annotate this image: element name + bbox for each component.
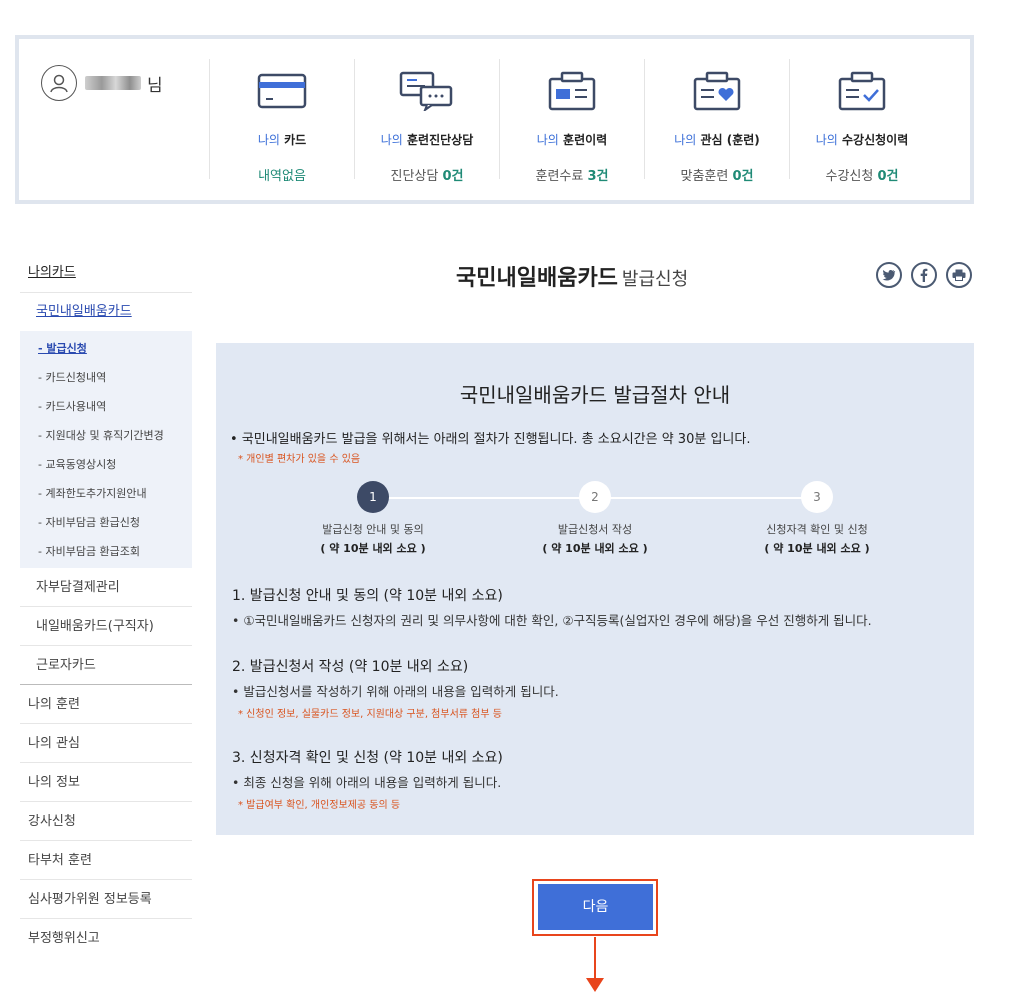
print-icon[interactable] [946, 262, 972, 288]
summary-my-consult[interactable]: 나의 훈련진단상담 진단상담 0건 [354, 59, 499, 184]
sidebar-item-issue-apply[interactable]: - 발급신청 [20, 334, 192, 363]
next-button[interactable]: 다음 [538, 884, 653, 930]
step-number: 2 [579, 481, 611, 513]
sidebar-item-other-ministry[interactable]: 타부처 훈련 [20, 841, 192, 880]
summary-title: 관심 (훈련) [700, 133, 760, 147]
summary-title: 훈련진단상담 [407, 133, 474, 147]
facebook-icon[interactable] [911, 262, 937, 288]
annotation-arrow-down-icon [586, 978, 604, 992]
step-label: 신청자격 확인 및 신청 [766, 523, 868, 536]
step-time: ( 약 10분 내외 소요 ) [320, 542, 426, 555]
section-3: 3. 신청자격 확인 및 신청 (약 10분 내외 소요) • 최종 신청을 위… [232, 747, 503, 811]
summary-value: 훈련수료 3건 [535, 169, 609, 184]
twitter-icon[interactable] [876, 262, 902, 288]
summary-my-interest[interactable]: 나의 관심 (훈련) 맞춤훈련 0건 [644, 59, 789, 184]
page-subtitle: 발급신청 [621, 269, 689, 290]
guide-note: * 개인별 편차가 있을 수 있음 [238, 454, 361, 465]
section-2: 2. 발급신청서 작성 (약 10분 내외 소요) • 발급신청서를 작성하기 … [232, 656, 559, 720]
sidebar-item-self-payment[interactable]: 자부담결제관리 [20, 568, 192, 607]
sidebar-item-refund-inquiry[interactable]: - 자비부담금 환급조회 [20, 537, 192, 566]
page-title: 국민내일배움카드 발급신청 [456, 266, 689, 291]
section-desc: • ①국민내일배움카드 신청자의 권리 및 의무사항에 대한 확인, ②구직등록… [232, 613, 872, 628]
check-folder-icon [790, 69, 934, 113]
procedure-steps: 1 발급신청 안내 및 동의 ( 약 10분 내외 소요 ) 2 발급신청서 작… [216, 481, 974, 561]
sidebar-item-my-info[interactable]: 나의 정보 [20, 763, 192, 802]
my-summary-panel: 님 나의 카드 내역없음 나의 훈련진단상담 진단상담 0건 나의 훈련이력 훈… [15, 35, 974, 204]
summary-title: 훈련이력 [563, 133, 608, 147]
step-2: 2 발급신청서 작성 ( 약 10분 내외 소요 ) [495, 481, 695, 556]
sidebar-item-card-usage[interactable]: - 카드사용내역 [20, 392, 192, 421]
sidebar-item-support-change[interactable]: - 지원대상 및 휴직기간변경 [20, 421, 192, 450]
sidebar-submenu: - 발급신청 - 카드신청내역 - 카드사용내역 - 지원대상 및 휴직기간변경… [20, 331, 192, 568]
sidebar-item-my-interest[interactable]: 나의 관심 [20, 724, 192, 763]
section-note: * 신청인 정보, 실물카드 정보, 지원대상 구분, 첨부서류 첨부 등 [238, 709, 502, 720]
sidebar-head-my-card[interactable]: 나의카드 [20, 255, 192, 293]
step-number: 3 [801, 481, 833, 513]
step-label: 발급신청서 작성 [557, 523, 633, 536]
user-name-suffix: 님 [147, 75, 163, 96]
step-label: 발급신청 안내 및 동의 [322, 523, 424, 536]
section-note: * 발급여부 확인, 개인정보제공 동의 등 [238, 800, 401, 811]
step-1: 1 발급신청 안내 및 동의 ( 약 10분 내외 소요 ) [273, 481, 473, 556]
sidebar-item-account-limit[interactable]: - 계좌한도추가지원안내 [20, 479, 192, 508]
sidebar-sub-national-card[interactable]: 국민내일배움카드 [20, 293, 192, 331]
sidebar-nav: 나의카드 국민내일배움카드 - 발급신청 - 카드신청내역 - 카드사용내역 -… [20, 255, 192, 958]
section-desc: • 최종 신청을 위해 아래의 내용을 입력하게 됩니다. [232, 775, 502, 790]
summary-value: 맞춤훈련 0건 [680, 169, 754, 184]
summary-my-training-history[interactable]: 나의 훈련이력 훈련수료 3건 [499, 59, 644, 184]
annotation-arrow-line [594, 937, 596, 979]
chat-consult-icon [355, 69, 499, 113]
summary-my-enrollment[interactable]: 나의 수강신청이력 수강신청 0건 [789, 59, 934, 184]
summary-value: 내역없음 [258, 169, 306, 184]
sidebar-item-jobseeker-card[interactable]: 내일배움카드(구직자) [20, 607, 192, 646]
sidebar-item-card-request-history[interactable]: - 카드신청내역 [20, 363, 192, 392]
step-3: 3 신청자격 확인 및 신청 ( 약 10분 내외 소요 ) [717, 481, 917, 556]
summary-my-card[interactable]: 나의 카드 내역없음 [209, 59, 354, 184]
sidebar-item-worker-card[interactable]: 근로자카드 [20, 646, 192, 685]
user-info: 님 [41, 65, 163, 101]
sidebar-item-education-video[interactable]: - 교육동영상시청 [20, 450, 192, 479]
step-number: 1 [357, 481, 389, 513]
heart-folder-icon [645, 69, 789, 113]
summary-title: 카드 [284, 133, 307, 147]
user-name-redacted [85, 76, 141, 90]
summary-title: 수강신청이력 [842, 133, 909, 147]
step-time: ( 약 10분 내외 소요 ) [764, 542, 870, 555]
section-1: 1. 발급신청 안내 및 동의 (약 10분 내외 소요) • ①국민내일배움카… [232, 585, 872, 629]
summary-value: 진단상담 0건 [390, 169, 464, 184]
step-time: ( 약 10분 내외 소요 ) [542, 542, 648, 555]
sidebar-item-instructor-apply[interactable]: 강사신청 [20, 802, 192, 841]
section-title: 3. 신청자격 확인 및 신청 (약 10분 내외 소요) [232, 750, 503, 766]
sidebar-item-evaluator-register[interactable]: 심사평가위원 정보등록 [20, 880, 192, 919]
guide-intro: • 국민내일배움카드 발급을 위해서는 아래의 절차가 진행됩니다. 총 소요시… [230, 432, 751, 447]
sidebar-item-misconduct-report[interactable]: 부정행위신고 [20, 919, 192, 958]
guide-title: 국민내일배움카드 발급절차 안내 [459, 383, 731, 407]
summary-value: 수강신청 0건 [825, 169, 899, 184]
sidebar-item-refund-apply[interactable]: - 자비부담금 환급신청 [20, 508, 192, 537]
sidebar-item-my-training[interactable]: 나의 훈련 [20, 685, 192, 724]
user-avatar-icon [41, 65, 77, 101]
id-card-icon [500, 69, 644, 113]
card-icon [210, 69, 354, 113]
section-title: 1. 발급신청 안내 및 동의 (약 10분 내외 소요) [232, 588, 503, 604]
section-title: 2. 발급신청서 작성 (약 10분 내외 소요) [232, 659, 469, 675]
section-desc: • 발급신청서를 작성하기 위해 아래의 내용을 입력하게 됩니다. [232, 684, 559, 699]
issue-procedure-guide: 국민내일배움카드 발급절차 안내 • 국민내일배움카드 발급을 위해서는 아래의… [216, 343, 974, 835]
